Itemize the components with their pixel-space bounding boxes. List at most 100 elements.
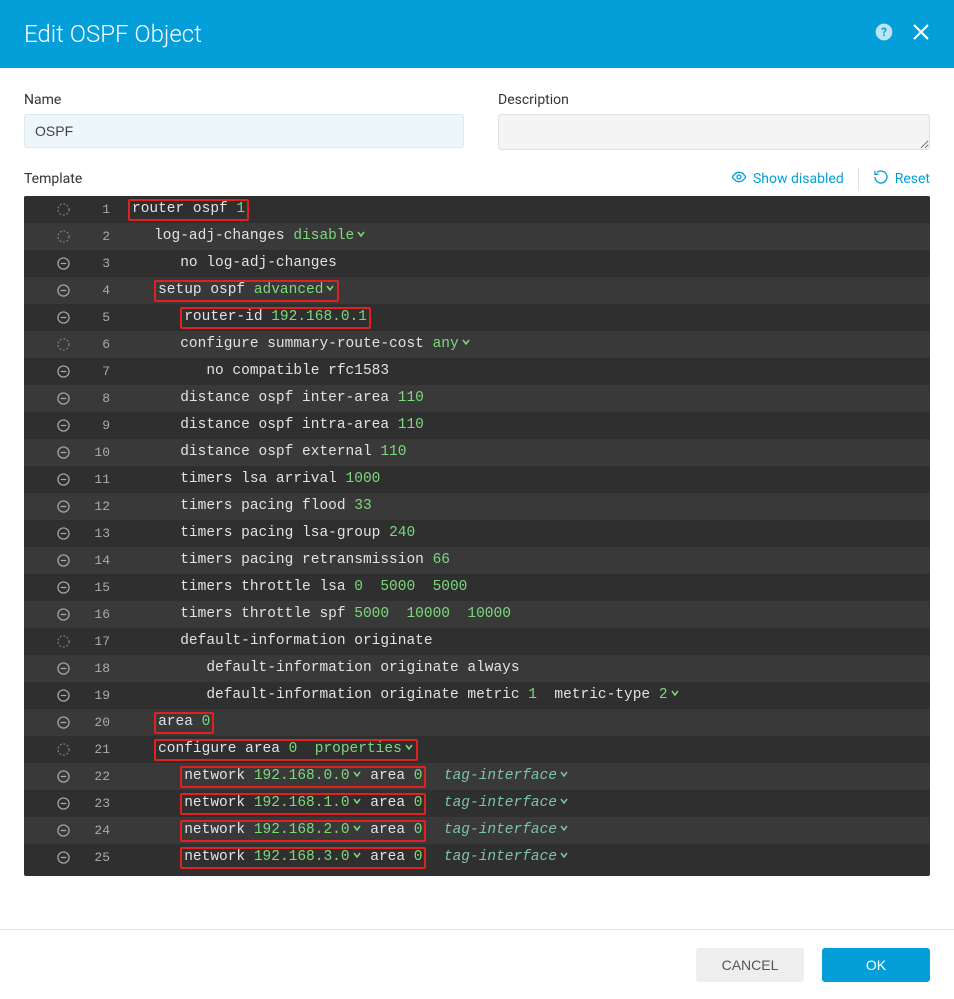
row-toggle-icon[interactable] — [24, 770, 78, 783]
code-token: distance ospf external — [180, 439, 380, 466]
close-icon[interactable] — [912, 23, 930, 45]
highlight-box: network 192.168.3.0 area 0 — [180, 847, 426, 869]
row-toggle-icon[interactable] — [24, 392, 78, 405]
chevron-down-icon[interactable] — [325, 277, 335, 304]
code-token: network — [184, 817, 254, 844]
chevron-down-icon[interactable] — [352, 763, 362, 790]
code-token: metric-type — [537, 682, 659, 709]
show-disabled-button[interactable]: Show disabled — [731, 169, 844, 189]
code-row[interactable]: distance ospf intra-area 110 — [124, 412, 930, 439]
code-row[interactable]: default-information originate — [124, 628, 930, 655]
row-toggle-icon[interactable] — [24, 230, 78, 243]
row-toggle-icon[interactable] — [24, 527, 78, 540]
indent — [128, 790, 180, 817]
code-row[interactable]: distance ospf external 110 — [124, 439, 930, 466]
row-toggle-icon[interactable] — [24, 203, 78, 216]
line-number: 20 — [78, 709, 124, 736]
chevron-down-icon[interactable] — [352, 790, 362, 817]
code-row[interactable]: configure area 0 properties — [124, 736, 930, 763]
code-row[interactable]: network 192.168.1.0 area 0 tag-interface — [124, 790, 930, 817]
code-token — [297, 736, 314, 763]
chevron-down-icon[interactable] — [352, 817, 362, 844]
indent — [128, 331, 180, 358]
code-row[interactable]: timers pacing flood 33 — [124, 493, 930, 520]
row-toggle-icon[interactable] — [24, 284, 78, 297]
row-toggle-icon[interactable] — [24, 581, 78, 594]
row-toggle-icon[interactable] — [24, 365, 78, 378]
name-field[interactable] — [24, 114, 464, 148]
row-toggle-icon[interactable] — [24, 824, 78, 837]
code-token: 1 — [528, 682, 537, 709]
code-row[interactable]: area 0 — [124, 709, 930, 736]
chevron-down-icon[interactable] — [559, 790, 569, 817]
chevron-down-icon[interactable] — [461, 331, 471, 358]
code-row[interactable]: setup ospf advanced — [124, 277, 930, 304]
gutter-row: 5 — [24, 304, 124, 331]
code-token-trail[interactable]: tag-interface — [444, 844, 557, 871]
code-token: distance ospf inter-area — [180, 385, 398, 412]
code-line: log-adj-changes disable — [124, 223, 366, 250]
chevron-down-icon[interactable] — [404, 736, 414, 763]
code-token-trail[interactable]: tag-interface — [444, 790, 557, 817]
code-row[interactable]: configure summary-route-cost any — [124, 331, 930, 358]
code-row[interactable]: distance ospf inter-area 110 — [124, 385, 930, 412]
row-toggle-icon[interactable] — [24, 716, 78, 729]
cancel-button[interactable]: CANCEL — [696, 948, 804, 982]
chevron-down-icon[interactable] — [670, 682, 680, 709]
line-number: 18 — [78, 655, 124, 682]
chevron-down-icon[interactable] — [352, 844, 362, 871]
line-number: 1 — [78, 196, 124, 223]
template-editor[interactable]: 1234567891011121314151617181920212223242… — [24, 196, 930, 876]
chevron-down-icon[interactable] — [559, 763, 569, 790]
row-toggle-icon[interactable] — [24, 338, 78, 351]
code-line: timers pacing lsa-group 240 — [124, 520, 415, 547]
code-row[interactable]: default-information originate always — [124, 655, 930, 682]
code-line: timers pacing flood 33 — [124, 493, 372, 520]
code-row[interactable]: timers throttle lsa 0 5000 5000 — [124, 574, 930, 601]
code-row[interactable]: default-information originate metric 1 m… — [124, 682, 930, 709]
chevron-down-icon[interactable] — [356, 223, 366, 250]
reset-button[interactable]: Reset — [873, 169, 930, 189]
row-toggle-icon[interactable] — [24, 797, 78, 810]
row-toggle-icon[interactable] — [24, 743, 78, 756]
ok-button[interactable]: OK — [822, 948, 930, 982]
code-row[interactable]: timers pacing lsa-group 240 — [124, 520, 930, 547]
line-number: 3 — [78, 250, 124, 277]
line-number: 23 — [78, 790, 124, 817]
template-toolbar: Template Show disabled Reset — [24, 168, 930, 190]
code-row[interactable]: timers lsa arrival 1000 — [124, 466, 930, 493]
row-toggle-icon[interactable] — [24, 419, 78, 432]
line-number: 24 — [78, 817, 124, 844]
code-token: 0 — [414, 844, 423, 871]
row-toggle-icon[interactable] — [24, 311, 78, 324]
code-token-trail[interactable]: tag-interface — [444, 763, 557, 790]
code-row[interactable]: no log-adj-changes — [124, 250, 930, 277]
code-token: area — [362, 763, 414, 790]
row-toggle-icon[interactable] — [24, 851, 78, 864]
code-row[interactable]: timers throttle spf 5000 10000 10000 — [124, 601, 930, 628]
row-toggle-icon[interactable] — [24, 446, 78, 459]
code-row[interactable]: log-adj-changes disable — [124, 223, 930, 250]
row-toggle-icon[interactable] — [24, 473, 78, 486]
row-toggle-icon[interactable] — [24, 662, 78, 675]
row-toggle-icon[interactable] — [24, 689, 78, 702]
code-row[interactable]: router ospf 1 — [124, 196, 930, 223]
code-row[interactable]: network 192.168.2.0 area 0 tag-interface — [124, 817, 930, 844]
code-row[interactable]: network 192.168.0.0 area 0 tag-interface — [124, 763, 930, 790]
highlight-box: configure area 0 properties — [154, 739, 418, 761]
code-row[interactable]: network 192.168.3.0 area 0 tag-interface — [124, 844, 930, 871]
code-token: 192.168.2.0 — [254, 817, 350, 844]
row-toggle-icon[interactable] — [24, 554, 78, 567]
chevron-down-icon[interactable] — [559, 844, 569, 871]
row-toggle-icon[interactable] — [24, 500, 78, 513]
row-toggle-icon[interactable] — [24, 608, 78, 621]
code-row[interactable]: router-id 192.168.0.1 — [124, 304, 930, 331]
row-toggle-icon[interactable] — [24, 635, 78, 648]
code-token-trail[interactable]: tag-interface — [444, 817, 557, 844]
description-field[interactable] — [498, 114, 930, 150]
code-row[interactable]: timers pacing retransmission 66 — [124, 547, 930, 574]
code-row[interactable]: no compatible rfc1583 — [124, 358, 930, 385]
help-icon[interactable]: ? — [874, 22, 894, 46]
row-toggle-icon[interactable] — [24, 257, 78, 270]
chevron-down-icon[interactable] — [559, 817, 569, 844]
